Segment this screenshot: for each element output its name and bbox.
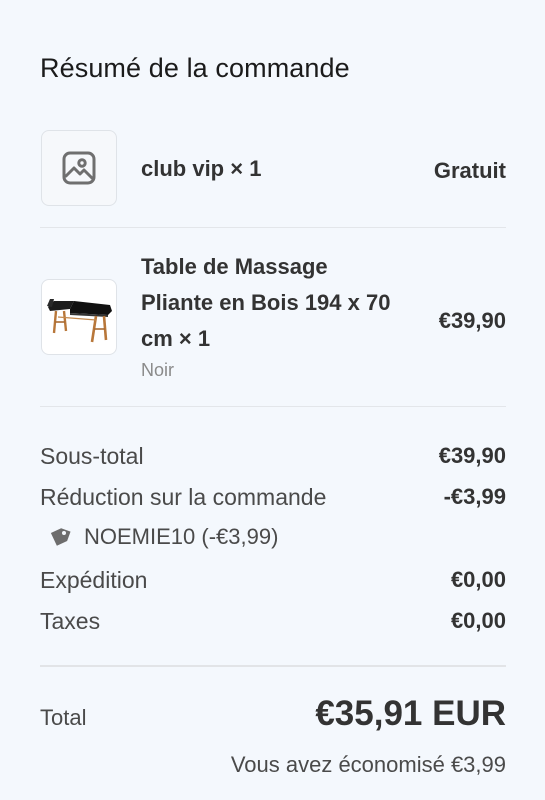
savings-text: Vous avez économisé €3,99 (230, 752, 506, 777)
order-summary-title: Résumé de la commande (40, 53, 350, 83)
discount-value: -€3,99 (443, 484, 506, 509)
discount-label: Réduction sur la commande (40, 484, 327, 510)
massage-table-image (47, 299, 112, 343)
total-value: €35,91 EUR (315, 694, 506, 733)
subtotal-value: €39,90 (438, 443, 506, 468)
item-variant: Noir (141, 360, 175, 380)
discount-tag-icon (50, 528, 71, 546)
total-label: Total (40, 705, 87, 730)
divider (40, 665, 506, 667)
taxes-label: Taxes (40, 608, 101, 634)
item-price: €39,90 (438, 308, 506, 333)
item-name: Table de Massage Pliante en Bois 194 x 7… (141, 254, 391, 351)
item-thumbnail (41, 130, 117, 206)
discount-code-row: NOEMIE10 (-€3,99) (46, 524, 278, 550)
divider (40, 406, 506, 407)
order-summary: Résumé de la commande club vip × 1 Gratu… (0, 0, 545, 800)
item-name: club vip × 1 (141, 156, 262, 181)
divider (40, 227, 506, 228)
shipping-value: €0,00 (450, 567, 506, 592)
taxes-value: €0,00 (450, 608, 506, 633)
shipping-label: Expédition (40, 567, 148, 593)
item-price: Gratuit (433, 158, 506, 183)
subtotal-label: Sous-total (40, 443, 144, 469)
product-thumbnail (41, 279, 117, 355)
discount-code: NOEMIE10 (-€3,99) (84, 524, 279, 549)
image-placeholder-icon (62, 151, 96, 185)
